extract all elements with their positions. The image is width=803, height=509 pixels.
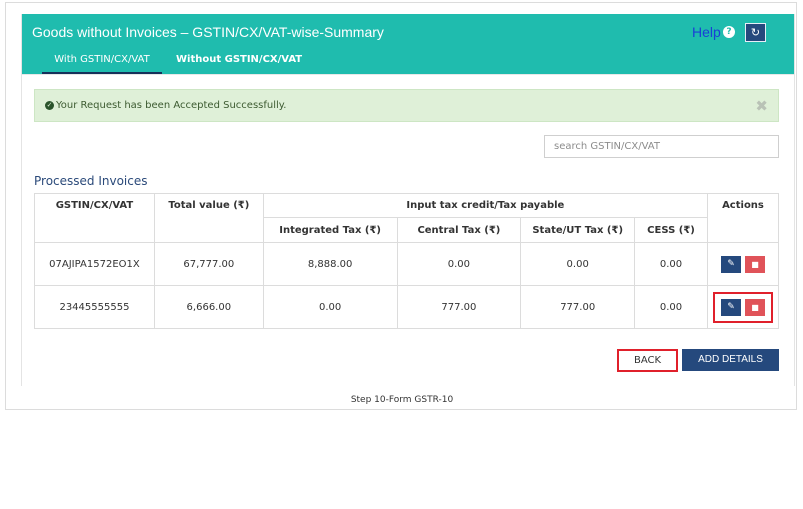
cell-actions: ✎ ■ [706,285,780,329]
refresh-icon: ↻ [750,26,761,39]
tab-with-gstin[interactable]: With GSTIN/CX/VAT [42,54,162,74]
cell-total-value: 6,666.00 [153,285,264,329]
cell-central-tax: 0.00 [396,242,522,286]
invoices-table: GSTIN/CX/VAT Total value (₹) Input tax c… [34,193,780,329]
cell-integrated-tax: 8,888.00 [262,242,398,286]
delete-button[interactable]: ■ [744,255,765,273]
table-row: 07AJIPA1572EO1X 67,777.00 8,888.00 0.00 … [34,242,780,286]
check-circle-icon: ✓ [45,101,54,110]
delete-button[interactable]: ■ [744,298,765,316]
panel-header: Goods without Invoices – GSTIN/CX/VAT-wi… [22,14,794,74]
header-gstin: GSTIN/CX/VAT [34,193,155,243]
section-title: Processed Invoices [34,174,148,188]
trash-icon: ■ [751,259,759,269]
panel-body: ✓ Your Request has been Accepted Success… [22,74,794,386]
table-row: 23445555555 6,666.00 0.00 777.00 777.00 … [34,285,780,329]
pencil-icon: ✎ [727,258,735,269]
search-input[interactable] [544,135,779,158]
cell-integrated-tax: 0.00 [262,285,398,329]
cell-actions: ✎ ■ [706,242,780,286]
help-link[interactable]: Help [692,24,721,40]
figure-caption: Step 10-Form GSTR-10 [350,395,454,405]
header-integrated-tax: Integrated Tax (₹) [262,217,398,243]
add-details-button[interactable]: ADD DETAILS [682,349,779,371]
cell-central-tax: 777.00 [396,285,522,329]
cell-state-ut-tax: 777.00 [520,285,636,329]
summary-panel: Goods without Invoices – GSTIN/CX/VAT-wi… [21,14,795,386]
tab-without-gstin[interactable]: Without GSTIN/CX/VAT [176,54,302,74]
cell-gstin: 07AJIPA1572EO1X [34,242,155,286]
header-total-value: Total value (₹) [153,193,264,243]
cell-cess: 0.00 [634,285,708,329]
header-central-tax: Central Tax (₹) [396,217,522,243]
cell-gstin: 23445555555 [34,285,155,329]
question-circle-icon[interactable]: ? [723,26,735,38]
cell-cess: 0.00 [634,242,708,286]
edit-button[interactable]: ✎ [720,255,741,273]
cell-total-value: 67,777.00 [153,242,264,286]
trash-icon: ■ [751,302,759,312]
cell-state-ut-tax: 0.00 [520,242,636,286]
page-title: Goods without Invoices – GSTIN/CX/VAT-wi… [32,24,384,40]
edit-button[interactable]: ✎ [720,298,741,316]
header-cess: CESS (₹) [634,217,708,243]
highlighted-actions: ✎ ■ [712,291,773,323]
header-actions: Actions [706,193,780,243]
alert-message: Your Request has been Accepted Successfu… [56,100,287,111]
header-state-ut-tax: State/UT Tax (₹) [520,217,636,243]
screenshot-frame: Goods without Invoices – GSTIN/CX/VAT-wi… [5,2,797,410]
close-icon[interactable]: ✖ [755,97,768,115]
back-button[interactable]: BACK [617,349,678,372]
success-alert: ✓ Your Request has been Accepted Success… [34,89,779,122]
header-input-tax-credit: Input tax credit/Tax payable [262,193,708,218]
pencil-icon: ✎ [727,301,735,312]
refresh-button[interactable]: ↻ [745,23,766,42]
